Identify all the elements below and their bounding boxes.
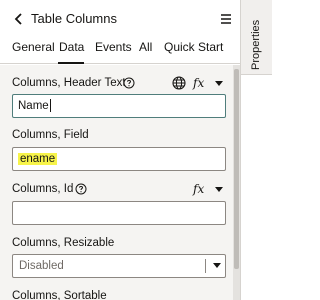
- text-cursor: [49, 99, 51, 113]
- sortable-label: Columns, Sortable: [12, 290, 107, 300]
- properties-form: Columns, Header Text fx Name Columns, Fi…: [0, 65, 240, 300]
- globe-icon[interactable]: [172, 76, 186, 90]
- chevron-left-icon: [12, 10, 26, 28]
- properties-side-tab[interactable]: Properties: [241, 0, 272, 75]
- resizable-label: Columns, Resizable: [12, 237, 115, 249]
- header-text-label: Columns, Header Text: [12, 77, 126, 89]
- chevron-down-icon[interactable]: [212, 262, 222, 270]
- menu-button[interactable]: [219, 10, 233, 28]
- panel-header: Table Columns: [0, 6, 240, 32]
- caret-down-icon[interactable]: [214, 79, 224, 89]
- tab-general[interactable]: General: [12, 40, 55, 54]
- tab-quick-start[interactable]: Quick Start: [164, 40, 223, 54]
- field-input[interactable]: ename: [12, 147, 226, 171]
- scrollbar-thumb[interactable]: [234, 69, 239, 269]
- caret-down-icon[interactable]: [214, 185, 224, 195]
- field-label: Columns, Field: [12, 129, 89, 141]
- hamburger-menu-icon: [219, 10, 233, 28]
- resizable-value: Disabled: [19, 260, 64, 272]
- active-tab-indicator: [58, 62, 84, 64]
- side-rail: Properties: [240, 0, 272, 300]
- resizable-select[interactable]: Disabled: [12, 254, 226, 278]
- tab-all[interactable]: All: [139, 40, 152, 54]
- field-value: ename: [18, 153, 58, 165]
- fx-icon[interactable]: fx: [193, 76, 209, 90]
- fx-icon[interactable]: fx: [193, 182, 209, 196]
- id-label: Columns, Id: [12, 183, 74, 195]
- id-input[interactable]: [12, 201, 226, 225]
- tab-data[interactable]: Data: [59, 40, 84, 54]
- select-divider: [205, 259, 206, 273]
- back-button[interactable]: [12, 10, 26, 28]
- header-text-input[interactable]: Name: [12, 94, 226, 118]
- tab-bar: General Data Events All Quick Start: [0, 38, 240, 64]
- help-icon[interactable]: [75, 183, 87, 195]
- vertical-scrollbar[interactable]: [233, 65, 240, 300]
- properties-panel: Table Columns General Data Events All Qu…: [0, 0, 240, 300]
- help-icon[interactable]: [123, 77, 135, 89]
- header-text-value: Name: [18, 100, 49, 112]
- properties-side-tab-label: Properties: [250, 19, 262, 70]
- tab-events[interactable]: Events: [95, 40, 132, 54]
- panel-title: Table Columns: [31, 11, 117, 26]
